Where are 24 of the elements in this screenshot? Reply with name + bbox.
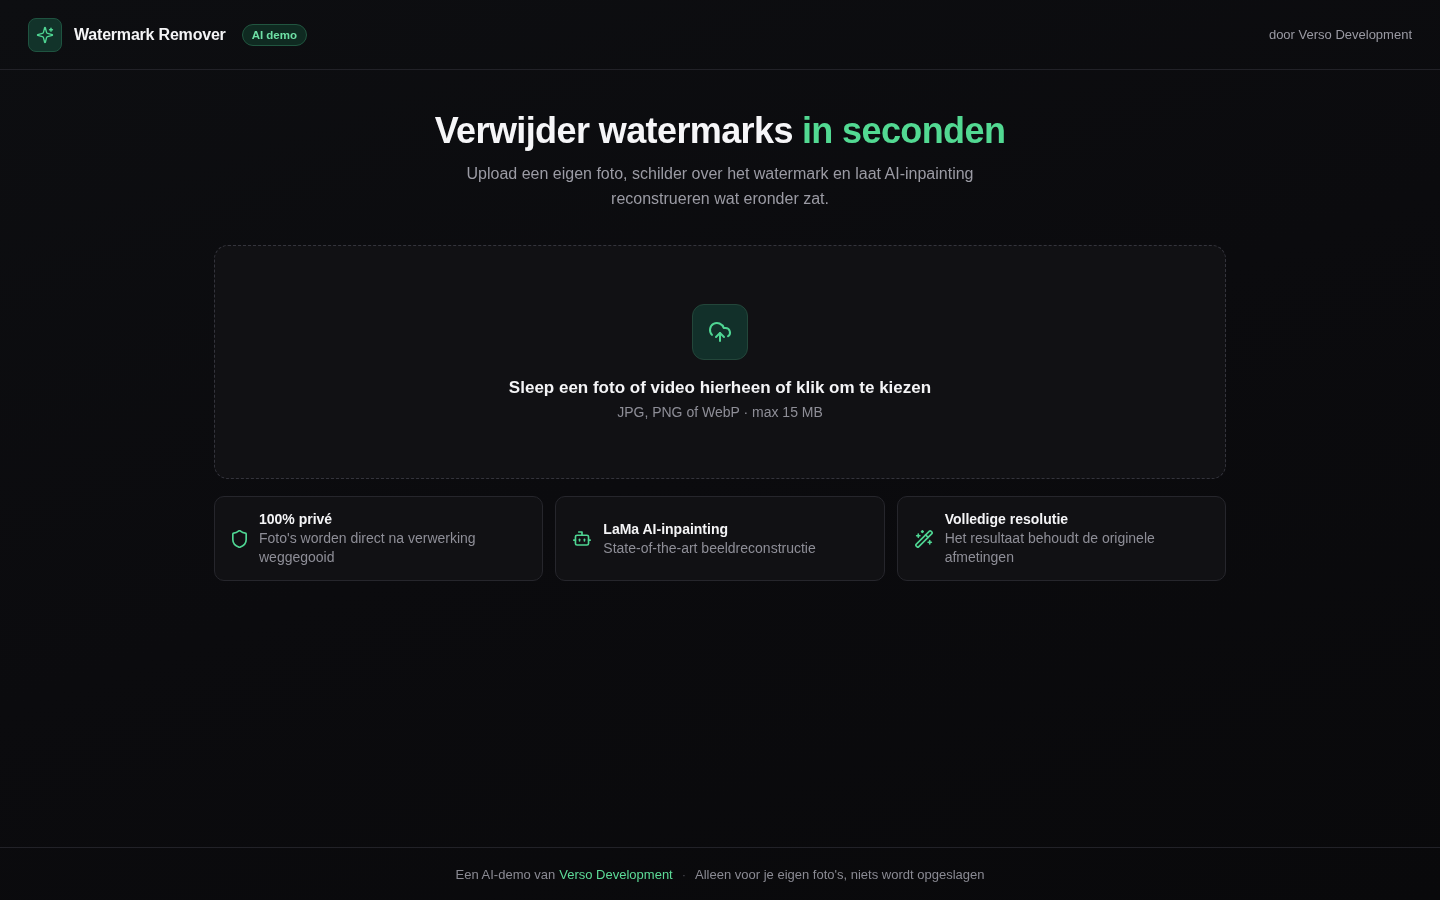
footer-credit-text: Een AI-demo van: [455, 866, 556, 882]
verso-development-link[interactable]: Verso Development: [559, 866, 673, 882]
app-title: Watermark Remover: [74, 25, 226, 44]
magic-wand-icon: [914, 529, 933, 548]
feature-description: State-of-the-art beeldreconstructie: [603, 538, 816, 558]
hero-subtitle: Upload een eigen foto, schilder over het watermark en laat AI-inpainting reconstrueren wat eronder zat.: [465, 164, 975, 209]
cloud-upload-icon: [692, 304, 748, 360]
author-byline: door Verso Development: [1268, 27, 1412, 42]
dropzone-title: Sleep een foto of video hierheen of klik om te kiezen: [508, 377, 932, 399]
hero-title: Verwijder watermarks: [434, 109, 793, 153]
footer-separator: ·: [681, 866, 687, 882]
hero-title-highlight: in seconden: [801, 109, 1006, 153]
feature-title: Volledige resolutie: [944, 510, 1070, 529]
dropzone-hint: JPG, PNG of WebP · max 15 MB: [617, 403, 823, 422]
sparkle-logo-icon: [28, 17, 62, 52]
upload-dropzone[interactable]: Sleep een foto of video hierheen of klik om te kiezen JPG, PNG of WebP · max 15 MB: [214, 245, 1226, 479]
robot-icon: [573, 531, 592, 546]
feature-description: Het resultaat behoudt de originele afmetingen: [944, 529, 1156, 567]
feature-title: LaMa AI-inpainting: [603, 519, 730, 539]
shield-icon: [232, 529, 247, 548]
privacy-notice: Alleen voor je eigen foto's, niets wordt opgeslagen: [695, 866, 985, 882]
feature-title: 100% privé: [259, 510, 334, 529]
feature-description: Foto's worden direct na verwerking weggegooid: [259, 529, 477, 567]
demo-badge: AI demo: [241, 23, 307, 46]
